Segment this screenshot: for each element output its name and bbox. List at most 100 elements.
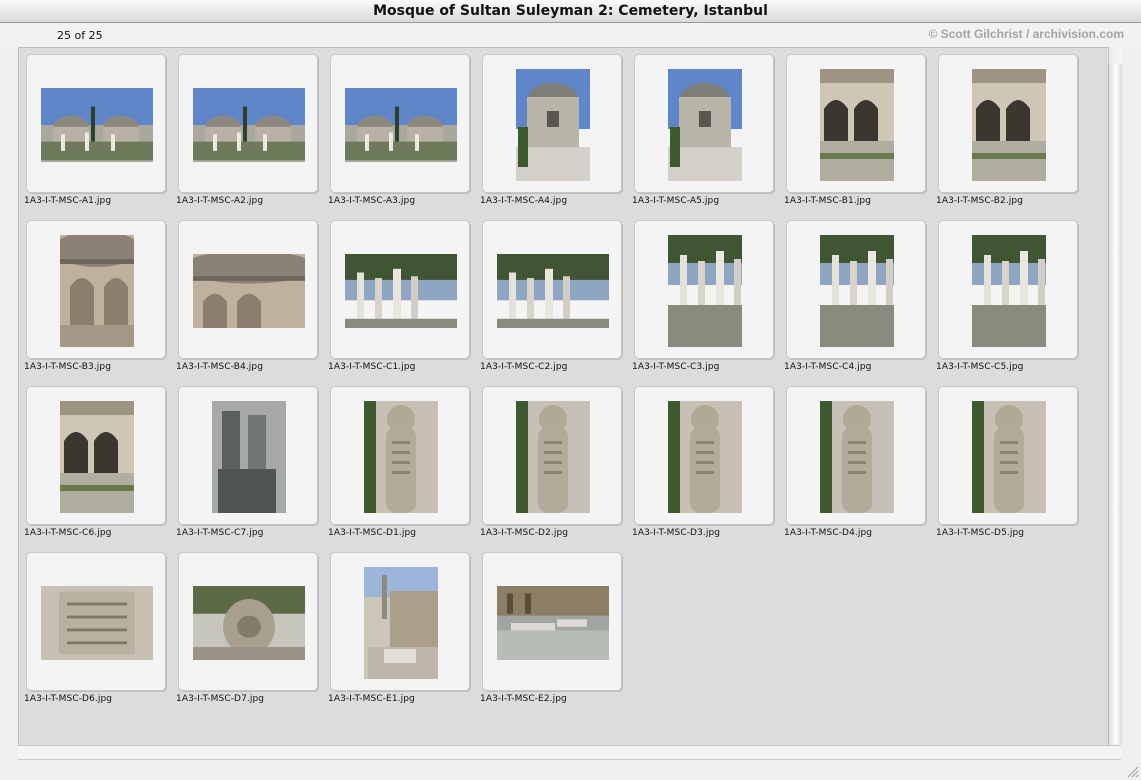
thumbnail-image[interactable] bbox=[364, 400, 438, 513]
thumbnail-image[interactable] bbox=[193, 87, 305, 162]
thumbnail-frame[interactable] bbox=[178, 54, 318, 193]
thumbnail-frame[interactable] bbox=[482, 386, 622, 525]
thumbnail-item[interactable]: 1A3-I-T-MSC-A1.jpg bbox=[24, 54, 178, 214]
thumbnail-item[interactable]: 1A3-I-T-MSC-D6.jpg bbox=[24, 552, 178, 712]
thumbnail-filename: 1A3-I-T-MSC-C4.jpg bbox=[784, 362, 872, 372]
thumbnail-item[interactable]: 1A3-I-T-MSC-C2.jpg bbox=[480, 220, 634, 380]
thumbnail-filename: 1A3-I-T-MSC-C1.jpg bbox=[328, 362, 416, 372]
thumbnail-image[interactable] bbox=[668, 400, 742, 513]
thumbnail-image[interactable] bbox=[364, 566, 438, 679]
thumbnail-filename: 1A3-I-T-MSC-A5.jpg bbox=[632, 196, 720, 206]
thumbnail-frame[interactable] bbox=[938, 54, 1078, 193]
thumbnail-frame[interactable] bbox=[26, 386, 166, 525]
thumbnail-filename: 1A3-I-T-MSC-A2.jpg bbox=[176, 196, 264, 206]
thumbnail-item[interactable]: 1A3-I-T-MSC-C7.jpg bbox=[176, 386, 330, 546]
thumbnail-frame[interactable] bbox=[634, 386, 774, 525]
thumbnail-filename: 1A3-I-T-MSC-E1.jpg bbox=[328, 694, 415, 704]
thumbnail-filename: 1A3-I-T-MSC-D2.jpg bbox=[480, 528, 569, 538]
thumbnail-image[interactable] bbox=[668, 234, 742, 347]
thumbnail-frame[interactable] bbox=[634, 54, 774, 193]
thumbnail-image[interactable] bbox=[516, 68, 590, 181]
copyright-credit: © Scott Gilchrist / archivision.com bbox=[928, 27, 1124, 41]
thumbnail-item[interactable]: 1A3-I-T-MSC-C5.jpg bbox=[936, 220, 1090, 380]
thumbnail-frame[interactable] bbox=[482, 54, 622, 193]
horizontal-scrollbar[interactable] bbox=[18, 745, 1121, 760]
thumbnail-item[interactable]: 1A3-I-T-MSC-D1.jpg bbox=[328, 386, 482, 546]
thumbnail-filename: 1A3-I-T-MSC-B1.jpg bbox=[784, 196, 872, 206]
thumbnail-frame[interactable] bbox=[178, 552, 318, 691]
thumbnail-item[interactable]: 1A3-I-T-MSC-D2.jpg bbox=[480, 386, 634, 546]
thumbnail-frame[interactable] bbox=[938, 386, 1078, 525]
thumbnail-frame[interactable] bbox=[330, 54, 470, 193]
thumbnail-image[interactable] bbox=[972, 234, 1046, 347]
thumbnail-image[interactable] bbox=[41, 87, 153, 162]
thumbnail-frame[interactable] bbox=[786, 54, 926, 193]
thumbnail-filename: 1A3-I-T-MSC-D4.jpg bbox=[784, 528, 873, 538]
thumbnail-filename: 1A3-I-T-MSC-B4.jpg bbox=[176, 362, 264, 372]
thumbnail-image[interactable] bbox=[345, 87, 457, 162]
thumbnail-item[interactable]: 1A3-I-T-MSC-D3.jpg bbox=[632, 386, 786, 546]
thumbnail-item[interactable]: 1A3-I-T-MSC-A4.jpg bbox=[480, 54, 634, 214]
thumbnail-item[interactable]: 1A3-I-T-MSC-A3.jpg bbox=[328, 54, 482, 214]
thumbnail-item[interactable]: 1A3-I-T-MSC-B3.jpg bbox=[24, 220, 178, 380]
thumbnail-item[interactable]: 1A3-I-T-MSC-B1.jpg bbox=[784, 54, 938, 214]
thumbnail-frame[interactable] bbox=[938, 220, 1078, 359]
gallery-header: 25 of 25 © Scott Gilchrist / archivision… bbox=[0, 23, 1141, 47]
thumbnail-item[interactable]: 1A3-I-T-MSC-D7.jpg bbox=[176, 552, 330, 712]
thumbnail-image[interactable] bbox=[193, 253, 305, 328]
window-title-bar[interactable]: Mosque of Sultan Suleyman 2: Cemetery, I… bbox=[0, 0, 1141, 23]
thumbnail-item[interactable]: 1A3-I-T-MSC-E2.jpg bbox=[480, 552, 634, 712]
thumbnail-frame[interactable] bbox=[786, 220, 926, 359]
thumbnail-frame[interactable] bbox=[786, 386, 926, 525]
thumbnail-item[interactable]: 1A3-I-T-MSC-E1.jpg bbox=[328, 552, 482, 712]
thumbnail-image[interactable] bbox=[820, 234, 894, 347]
thumbnail-item[interactable]: 1A3-I-T-MSC-D5.jpg bbox=[936, 386, 1090, 546]
thumbnail-frame[interactable] bbox=[178, 386, 318, 525]
thumbnail-image[interactable] bbox=[516, 400, 590, 513]
thumbnail-item[interactable]: 1A3-I-T-MSC-B4.jpg bbox=[176, 220, 330, 380]
thumbnail-frame[interactable] bbox=[26, 552, 166, 691]
thumbnail-item[interactable]: 1A3-I-T-MSC-A5.jpg bbox=[632, 54, 786, 214]
thumbnail-item[interactable]: 1A3-I-T-MSC-C3.jpg bbox=[632, 220, 786, 380]
thumbnail-image[interactable] bbox=[820, 68, 894, 181]
thumbnail-image[interactable] bbox=[972, 68, 1046, 181]
thumbnail-image[interactable] bbox=[345, 253, 457, 328]
thumbnail-filename: 1A3-I-T-MSC-A3.jpg bbox=[328, 196, 416, 206]
thumbnail-image[interactable] bbox=[497, 585, 609, 660]
image-count: 25 of 25 bbox=[57, 29, 103, 42]
thumbnail-item[interactable]: 1A3-I-T-MSC-C6.jpg bbox=[24, 386, 178, 546]
thumbnail-filename: 1A3-I-T-MSC-A1.jpg bbox=[24, 196, 112, 206]
thumbnail-image[interactable] bbox=[41, 585, 153, 660]
thumbnail-filename: 1A3-I-T-MSC-C3.jpg bbox=[632, 362, 720, 372]
thumbnail-frame[interactable] bbox=[26, 54, 166, 193]
thumbnail-image[interactable] bbox=[668, 68, 742, 181]
thumbnail-item[interactable]: 1A3-I-T-MSC-D4.jpg bbox=[784, 386, 938, 546]
thumbnail-image[interactable] bbox=[497, 253, 609, 328]
thumbnail-image[interactable] bbox=[972, 400, 1046, 513]
thumbnail-item[interactable]: 1A3-I-T-MSC-A2.jpg bbox=[176, 54, 330, 214]
thumbnail-frame[interactable] bbox=[482, 552, 622, 691]
thumbnail-frame[interactable] bbox=[330, 220, 470, 359]
thumbnail-filename: 1A3-I-T-MSC-D5.jpg bbox=[936, 528, 1025, 538]
thumbnail-frame[interactable] bbox=[330, 552, 470, 691]
thumbnail-filename: 1A3-I-T-MSC-D6.jpg bbox=[24, 694, 113, 704]
thumbnail-filename: 1A3-I-T-MSC-C5.jpg bbox=[936, 362, 1024, 372]
thumbnail-filename: 1A3-I-T-MSC-D1.jpg bbox=[328, 528, 417, 538]
vertical-scrollbar-thumb[interactable] bbox=[1108, 64, 1122, 744]
thumbnail-image[interactable] bbox=[193, 585, 305, 660]
thumbnail-frame[interactable] bbox=[178, 220, 318, 359]
thumbnail-frame[interactable] bbox=[482, 220, 622, 359]
thumbnail-frame[interactable] bbox=[330, 386, 470, 525]
thumbnail-frame[interactable] bbox=[26, 220, 166, 359]
thumbnail-frame[interactable] bbox=[634, 220, 774, 359]
thumbnail-image[interactable] bbox=[60, 234, 134, 347]
window-title: Mosque of Sultan Suleyman 2: Cemetery, I… bbox=[373, 3, 768, 19]
thumbnail-image[interactable] bbox=[60, 400, 134, 513]
resize-grip-icon[interactable] bbox=[1125, 764, 1139, 778]
thumbnail-filename: 1A3-I-T-MSC-D3.jpg bbox=[632, 528, 721, 538]
thumbnail-item[interactable]: 1A3-I-T-MSC-B2.jpg bbox=[936, 54, 1090, 214]
thumbnail-image[interactable] bbox=[212, 400, 286, 513]
thumbnail-item[interactable]: 1A3-I-T-MSC-C1.jpg bbox=[328, 220, 482, 380]
thumbnail-image[interactable] bbox=[820, 400, 894, 513]
thumbnail-item[interactable]: 1A3-I-T-MSC-C4.jpg bbox=[784, 220, 938, 380]
